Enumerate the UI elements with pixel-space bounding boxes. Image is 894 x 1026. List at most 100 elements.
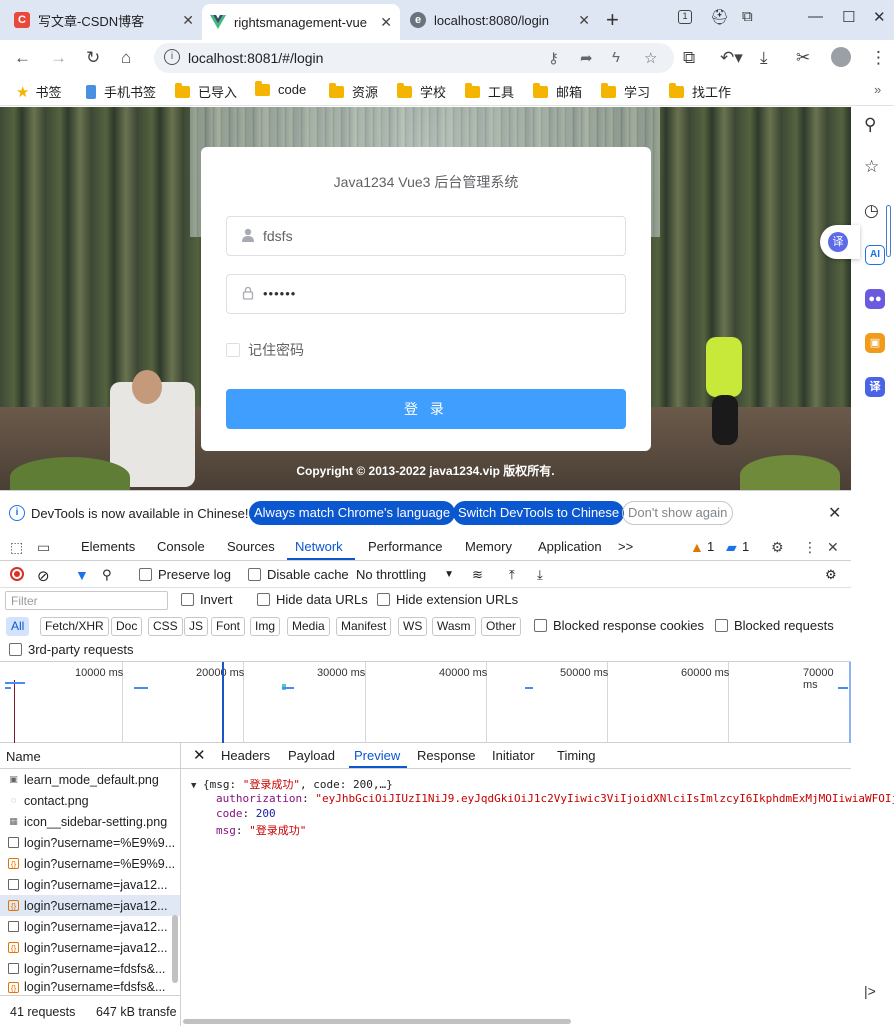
address-bar[interactable]: i localhost:8081/#/login ⚷ ➦ ϟ ☆ xyxy=(154,43,674,73)
menu-icon[interactable]: ⋮ xyxy=(870,48,887,68)
username-field[interactable]: fdsfs xyxy=(226,216,626,256)
tab-timing[interactable]: Timing xyxy=(557,748,596,763)
toolbox-icon[interactable]: ▣ xyxy=(865,333,885,353)
inspect-element-icon[interactable]: ⬚ xyxy=(10,539,23,556)
hide-extension-urls-checkbox[interactable]: Hide extension URLs xyxy=(377,592,518,607)
json-root-line[interactable]: ▼ {msg: "登录成功", code: 200,…} xyxy=(191,776,393,792)
tab-console[interactable]: Console xyxy=(157,539,205,554)
device-toolbar-icon[interactable]: ▭ xyxy=(37,539,50,556)
type-css-chip[interactable]: CSS xyxy=(148,617,183,636)
type-media-chip[interactable]: Media xyxy=(287,617,330,636)
type-ws-chip[interactable]: WS xyxy=(398,617,428,636)
bookmark-overflow-icon[interactable]: » xyxy=(874,82,881,97)
checkbox-box[interactable] xyxy=(9,643,22,656)
type-img-chip[interactable]: Img xyxy=(250,617,281,636)
bookmark-folder[interactable]: code xyxy=(255,80,306,97)
disable-cache-checkbox[interactable]: Disable cache xyxy=(248,567,349,582)
message-count[interactable]: 1 xyxy=(742,539,749,554)
undo-menu-icon[interactable]: ↶▾ xyxy=(720,48,743,68)
tab-response[interactable]: Response xyxy=(417,748,476,763)
search-icon[interactable]: ⚲ xyxy=(102,567,112,583)
blocked-response-cookies-checkbox[interactable]: Blocked response cookies xyxy=(534,618,704,633)
remember-password-checkbox[interactable]: 记住密码 xyxy=(226,340,304,360)
favorites-star-icon[interactable]: ☆ xyxy=(864,157,879,177)
devtools-menu-icon[interactable]: ⋮ xyxy=(803,539,817,556)
checkbox-box[interactable] xyxy=(248,568,261,581)
tab-elements[interactable]: Elements xyxy=(81,539,135,554)
close-icon[interactable]: ✕ xyxy=(380,14,392,31)
tab-csdn[interactable]: C 写文章-CSDN博客 ✕ xyxy=(6,4,202,36)
type-js-chip[interactable]: JS xyxy=(184,617,209,636)
scrollbar-thumb[interactable] xyxy=(183,1019,571,1024)
name-column-header[interactable]: Name xyxy=(6,749,41,764)
screenshot-icon[interactable]: ✂ xyxy=(796,48,810,68)
export-har-icon[interactable]: ⤓ xyxy=(537,567,543,583)
close-icon[interactable]: ✕ xyxy=(182,12,194,29)
list-item[interactable]: ▦ icon__sidebar-setting.png xyxy=(0,811,180,832)
type-other-chip[interactable]: Other xyxy=(481,617,522,636)
key-icon[interactable]: ⚷ xyxy=(548,49,559,67)
bookmark-folder[interactable]: 已导入 xyxy=(175,82,237,101)
game-controller-icon[interactable]: ●● xyxy=(865,289,885,309)
list-item[interactable]: login?username=%E9%9... xyxy=(0,832,180,853)
list-item[interactable]: {} login?username=fdsfs&... xyxy=(0,979,180,995)
history-clock-icon[interactable]: ◷ xyxy=(864,201,879,221)
warning-count[interactable]: 1 xyxy=(707,539,714,554)
message-icon[interactable]: ▰ xyxy=(726,539,737,556)
profile-avatar-icon[interactable] xyxy=(831,47,851,67)
forward-icon[interactable]: → xyxy=(50,48,67,68)
hide-data-urls-checkbox[interactable]: Hide data URLs xyxy=(257,592,368,607)
record-stop-icon[interactable] xyxy=(10,567,24,581)
tab-headers[interactable]: Headers xyxy=(221,748,270,763)
tab-search-icon[interactable]: 1 xyxy=(678,10,692,24)
bookmark-folder[interactable]: 学习 xyxy=(601,82,650,101)
tab-rightsmanagement[interactable]: rightsmanagement-vue ✕ xyxy=(202,4,400,40)
close-icon[interactable]: ✕ xyxy=(578,12,590,29)
network-overview-timeline[interactable]: 10000 ms 20000 ms 30000 ms 40000 ms 5000… xyxy=(0,662,851,743)
bookmark-folder[interactable]: 找工作 xyxy=(669,82,731,101)
checkbox-box[interactable] xyxy=(181,593,194,606)
incognito-icon[interactable]: ⛑ xyxy=(710,8,729,26)
checkbox-box[interactable] xyxy=(139,568,152,581)
maximize-button[interactable]: ☐ xyxy=(842,8,855,26)
type-manifest-chip[interactable]: Manifest xyxy=(336,617,392,636)
download-icon[interactable]: ⤓ xyxy=(760,48,768,68)
settings-gear-icon[interactable]: ⚙ xyxy=(771,539,784,556)
blocked-requests-checkbox[interactable]: Blocked requests xyxy=(715,618,834,633)
switch-to-chinese-button[interactable]: Switch DevTools to Chinese xyxy=(453,501,625,525)
bookmark-folder[interactable]: 邮箱 xyxy=(533,82,582,101)
request-list-scrollbar[interactable] xyxy=(172,915,178,983)
throttling-select[interactable]: No throttling ▼ xyxy=(356,567,454,582)
extensions-puzzle-icon[interactable]: ⧉ xyxy=(683,48,695,68)
url-text[interactable]: localhost:8081/#/login xyxy=(188,50,323,66)
filter-input[interactable]: Filter xyxy=(5,591,168,610)
close-devtools-icon[interactable]: ✕ xyxy=(827,539,839,556)
list-item[interactable]: login?username=fdsfs&... xyxy=(0,958,180,979)
clear-icon[interactable]: ⊘ xyxy=(37,567,50,585)
list-item[interactable]: ◌ contact.png xyxy=(0,790,180,811)
dont-show-again-button[interactable]: Don't show again xyxy=(622,501,734,525)
side-panel-scrollbar[interactable] xyxy=(886,205,891,257)
filter-funnel-icon[interactable]: ▼ xyxy=(75,567,89,583)
tab-preview[interactable]: Preview xyxy=(354,748,400,763)
bookmark-item[interactable]: ★ 书签 xyxy=(16,82,61,101)
type-doc-chip[interactable]: Doc xyxy=(111,617,143,636)
password-field[interactable]: •••••• xyxy=(226,274,626,314)
window-close-button[interactable]: ✕ xyxy=(873,8,886,26)
type-font-chip[interactable]: Font xyxy=(211,617,246,636)
expand-triangle-icon[interactable]: ▼ xyxy=(191,781,196,791)
list-item[interactable]: {} login?username=java12... xyxy=(0,937,180,958)
floating-translate-button[interactable]: 译 xyxy=(820,225,860,259)
bookmark-item[interactable]: 手机书签 xyxy=(86,82,156,101)
tab-payload[interactable]: Payload xyxy=(288,748,335,763)
list-item[interactable]: login?username=java12... xyxy=(0,874,180,895)
bookmark-folder[interactable]: 工具 xyxy=(465,82,514,101)
bolt-icon[interactable]: ϟ xyxy=(612,49,620,66)
network-settings-icon[interactable]: ⚙ xyxy=(825,567,837,583)
checkbox-box[interactable] xyxy=(226,343,240,357)
site-info-icon[interactable]: i xyxy=(164,49,180,65)
bookmark-star-icon[interactable]: ☆ xyxy=(644,49,657,67)
reload-icon[interactable]: ↻ xyxy=(86,48,100,68)
bookmark-folder[interactable]: 学校 xyxy=(397,82,446,101)
tab-performance[interactable]: Performance xyxy=(368,539,442,554)
